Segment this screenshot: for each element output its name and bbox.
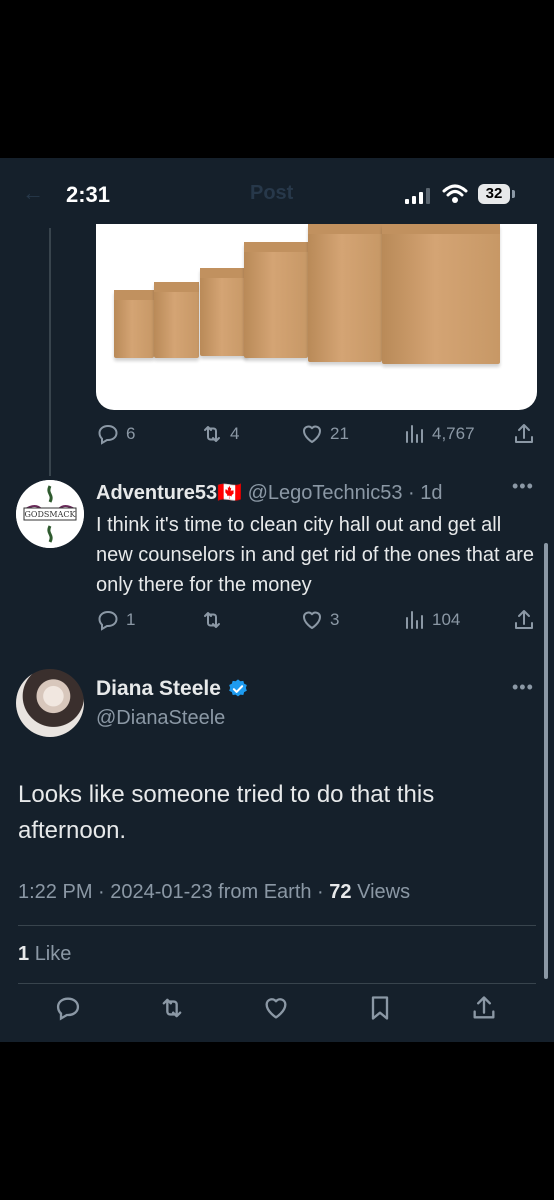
share-action[interactable] [512, 422, 536, 446]
signal-icon [405, 188, 430, 204]
paper-bag [308, 224, 382, 362]
author-handle[interactable]: @DianaSteele [96, 707, 225, 730]
likes-label: Like [34, 943, 72, 965]
tweet-source: from Earth [218, 881, 312, 903]
views-action[interactable]: 104 [402, 608, 460, 632]
repost-icon[interactable] [158, 994, 186, 1022]
reply-text: I think it's time to clean city hall out… [96, 514, 535, 596]
paper-bag [382, 224, 500, 364]
bookmark-icon[interactable] [366, 994, 394, 1022]
status-bar: ← Post 2:31 32 [0, 158, 554, 228]
godsmack-logo-icon: GODSMACK [16, 480, 84, 548]
header-title: Post [250, 182, 294, 204]
author-name[interactable]: Diana Steele [96, 677, 249, 701]
post-image[interactable] [96, 224, 537, 410]
repost-action[interactable] [200, 608, 230, 632]
reply-count: 1 [126, 610, 136, 629]
like-action[interactable]: 21 [300, 422, 349, 446]
like-count: 3 [330, 610, 340, 629]
repost-icon [204, 612, 220, 628]
paper-bag [244, 242, 308, 358]
repost-count: 4 [230, 424, 240, 443]
tweet-meta: 1:22 PM · 2024-01-23 from Earth · 72 Vie… [18, 881, 411, 903]
back-arrow-icon[interactable]: ← [22, 180, 44, 206]
avatar[interactable]: GODSMACK [16, 480, 84, 548]
views-icon [406, 425, 423, 443]
paper-bag [154, 282, 199, 358]
share-icon [515, 610, 533, 629]
share-icon[interactable] [470, 994, 498, 1022]
reply-age: 1d [420, 482, 443, 504]
paper-bag [200, 268, 248, 356]
author-name-text: Diana Steele [96, 677, 221, 700]
views-action[interactable]: 4,767 [402, 422, 475, 446]
likes-count: 1 [18, 943, 30, 965]
status-time: 2:31 [66, 182, 111, 207]
views-icon [406, 611, 423, 629]
more-icon[interactable]: ••• [512, 677, 534, 698]
reply-action[interactable]: 1 [96, 608, 135, 632]
battery-nub [512, 190, 515, 198]
tweet-detail-screen: ← Post 2:31 32 6 4 21 4,767 GODSMACK Adv… [0, 158, 554, 1042]
views-count: 4,767 [432, 424, 475, 443]
views-count: 104 [432, 610, 461, 629]
tweet-text: Looks like someone tried to do that this… [18, 781, 435, 844]
reply-count: 6 [126, 424, 136, 443]
like-icon [303, 611, 321, 629]
reply-icon[interactable] [54, 994, 82, 1022]
thread-line [49, 228, 51, 476]
like-icon[interactable] [262, 994, 290, 1022]
like-count: 21 [330, 424, 349, 443]
wifi-icon [442, 184, 468, 203]
reply-header: Adventure53🇨🇦 @LegoTechnic53 · 1d [96, 482, 443, 504]
divider [18, 983, 536, 984]
likes-summary[interactable]: 1 Like [18, 943, 71, 966]
reply-icon [98, 610, 118, 631]
views-label: Views [357, 881, 411, 903]
tweet-action-bar [0, 994, 554, 1034]
reply-icon [98, 424, 118, 445]
avatar-logo-text: GODSMACK [25, 510, 77, 519]
tweet-date: 2024-01-23 [110, 881, 213, 903]
reply-actions: 1 3 104 [96, 608, 542, 638]
previous-post-actions: 6 4 21 4,767 [96, 422, 542, 452]
scrollbar[interactable] [544, 543, 548, 979]
reply-author-name[interactable]: Adventure53 [96, 482, 217, 504]
paper-bag [114, 290, 154, 358]
avatar[interactable] [16, 669, 84, 737]
repost-icon [204, 426, 220, 442]
like-icon [303, 425, 321, 443]
verified-icon [229, 679, 247, 697]
battery-indicator: 32 [478, 184, 510, 204]
reply-author-handle[interactable]: @LegoTechnic53 [248, 482, 403, 504]
views-count: 72 [329, 881, 352, 903]
more-icon[interactable]: ••• [512, 476, 534, 497]
divider [18, 925, 536, 926]
canada-flag-icon: 🇨🇦 [217, 482, 243, 504]
reply-action[interactable]: 6 [96, 422, 135, 446]
tweet-time: 1:22 PM [18, 881, 93, 903]
like-action[interactable]: 3 [300, 608, 339, 632]
share-action[interactable] [512, 608, 536, 632]
share-icon [515, 424, 533, 443]
repost-action[interactable]: 4 [200, 422, 239, 446]
